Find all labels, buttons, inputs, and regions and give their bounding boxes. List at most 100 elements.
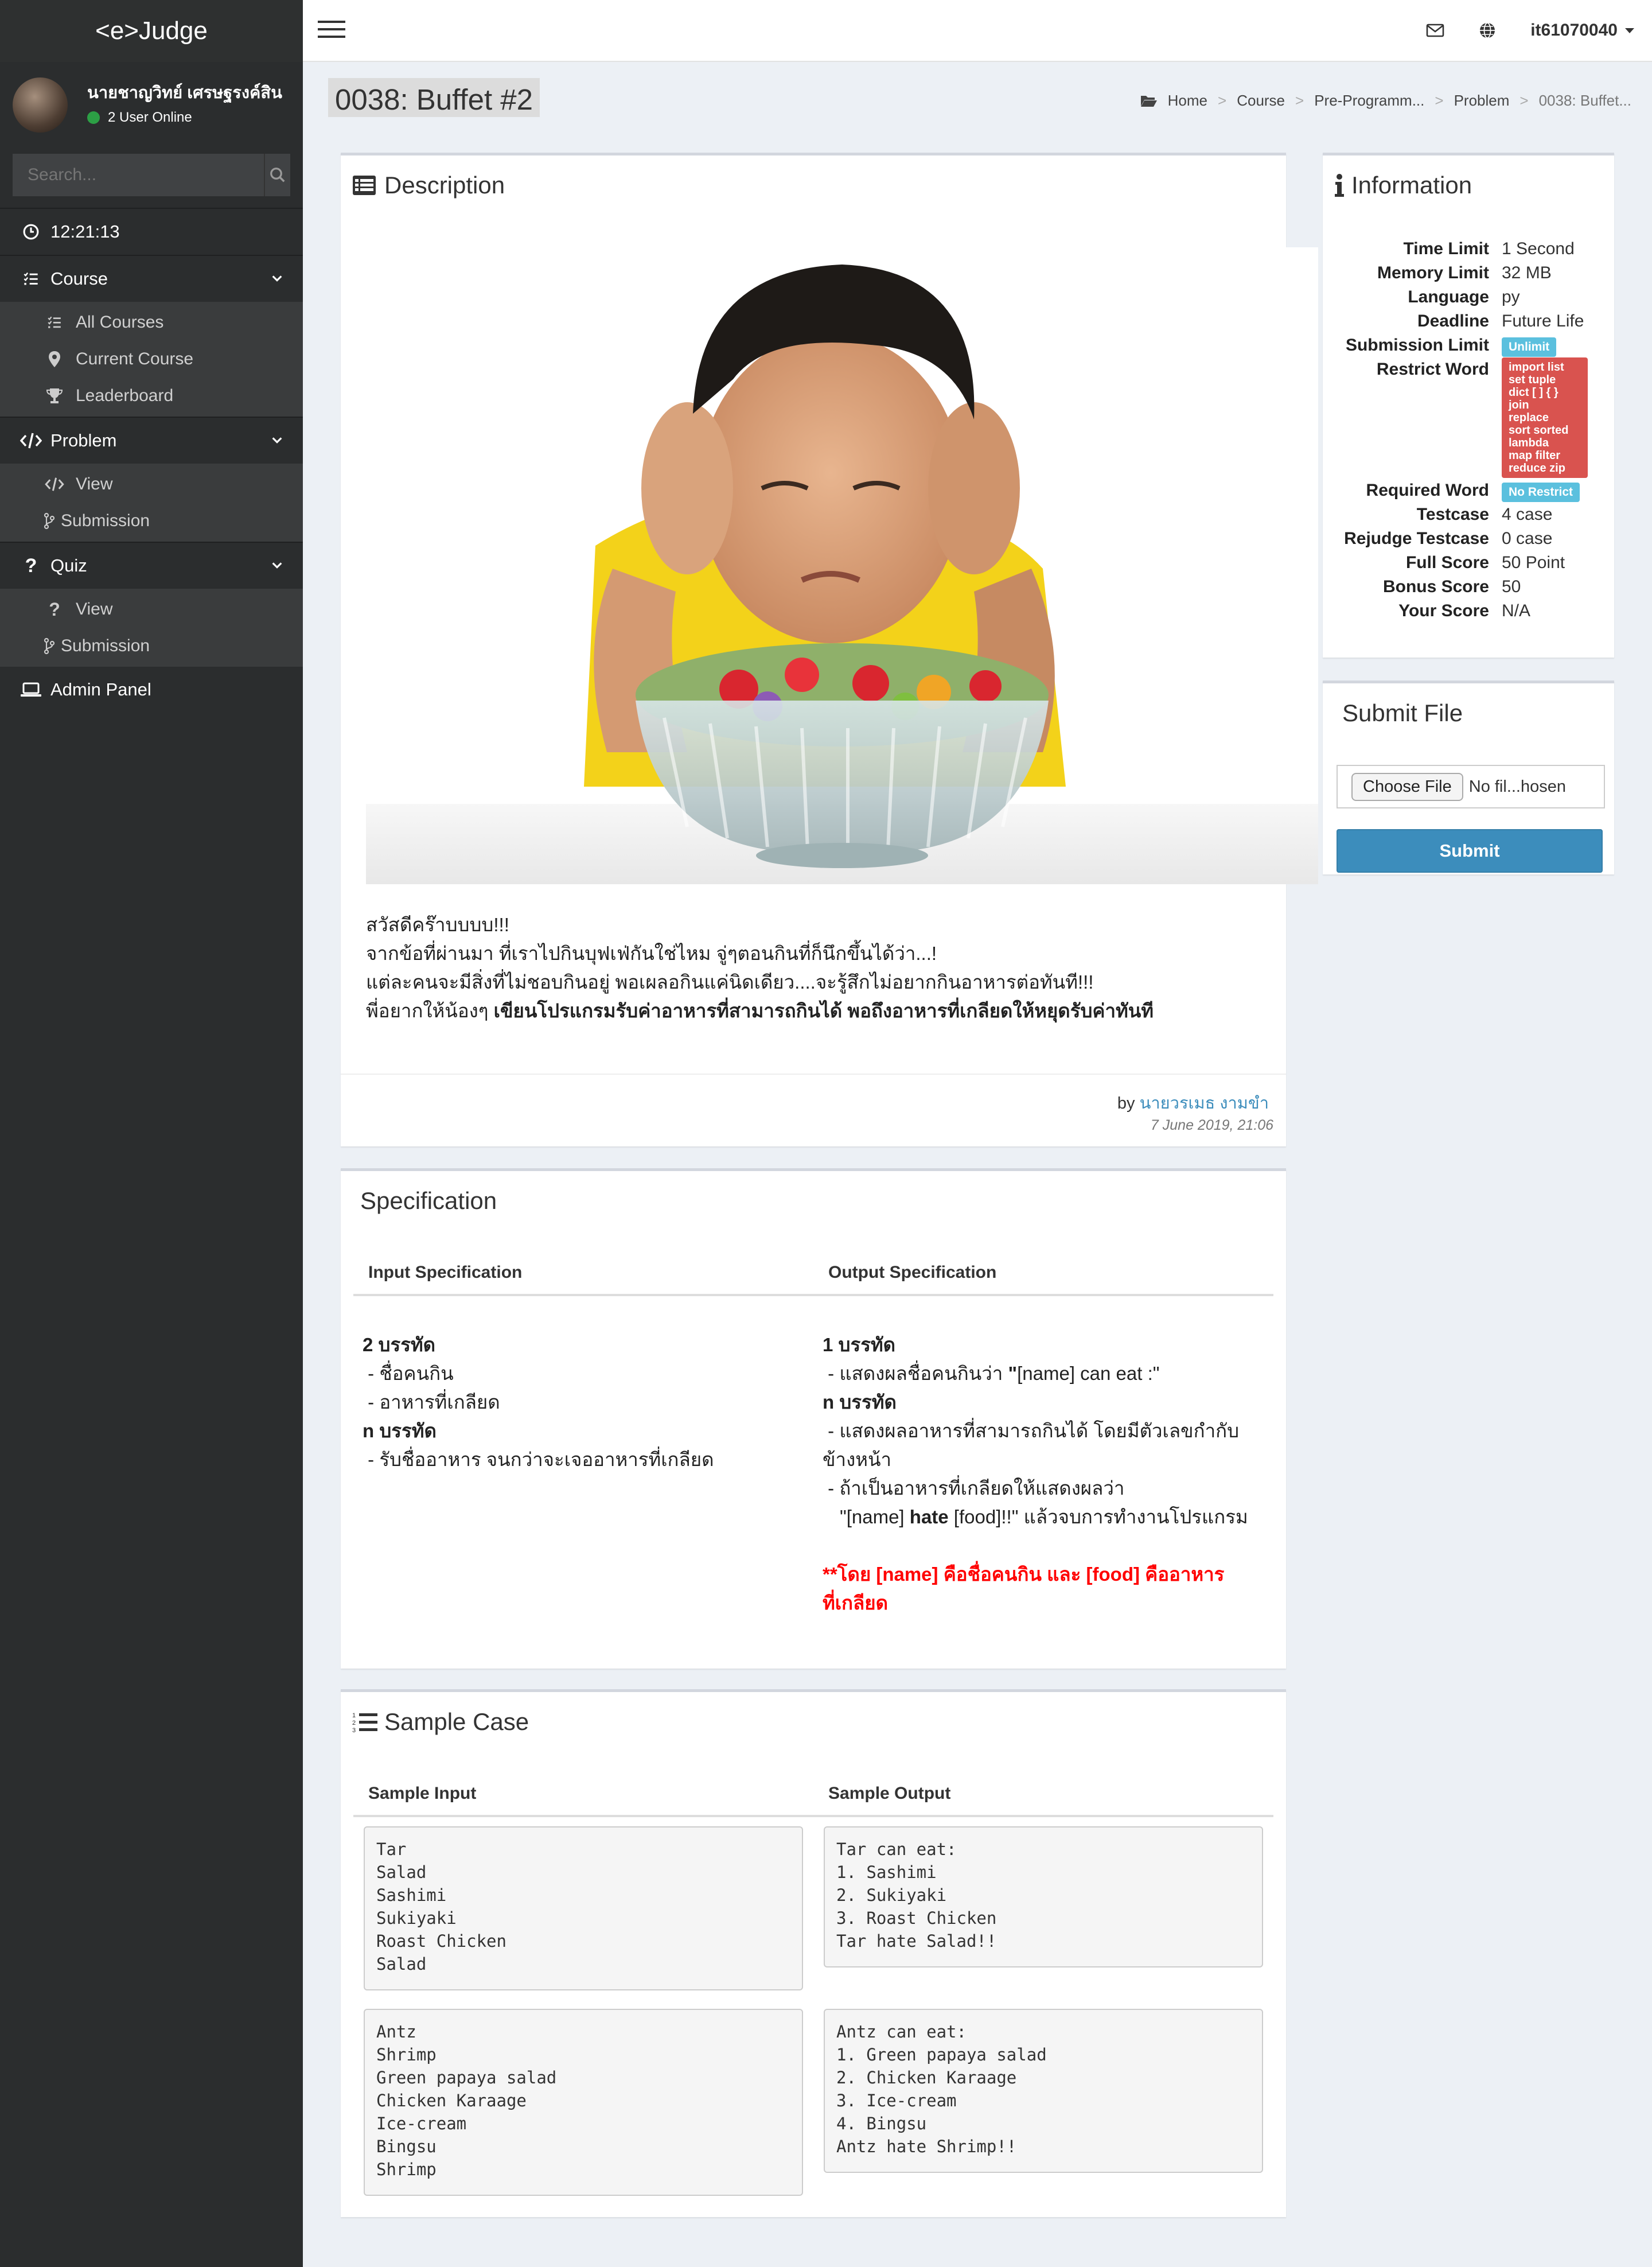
description-line-prefix: พี่อยากให้น้องๆ [366,1000,494,1021]
quiz-label: Quiz [50,555,87,576]
spec-line: ข้างหน้า [823,1449,892,1470]
problem-submenu: View Submission [0,464,303,542]
folder-open-icon [1140,95,1157,107]
file-input[interactable]: Choose File No fil...hosen [1337,765,1605,808]
search-input[interactable] [13,154,264,196]
list-ol-icon: 123 [352,1712,377,1733]
code-icon [45,477,64,491]
svg-text:2: 2 [352,1720,356,1727]
information-title: Information [1351,172,1472,199]
rejudge-value: 0 case [1502,529,1553,548]
user-menu[interactable]: it61070040 [1530,21,1635,40]
description-header: Description [352,172,505,199]
description-text: สวัสดีคร๊าบบบบ!!! จากข้อที่ผ่านมา ที่เรา… [366,911,1272,1025]
code-branch-icon [44,637,55,655]
avatar [13,77,68,133]
sidebar-toggle-button[interactable] [318,20,345,42]
sidebar-clock: 12:21:13 [0,209,303,255]
chevron-down-icon [272,275,282,282]
course-submenu: All Courses Current Course Leaderboard [0,302,303,417]
online-count: 2 User Online [108,110,192,125]
map-marker-icon [49,351,60,367]
submit-file-box: Submit File Choose File No fil...hosen S… [1323,681,1614,874]
description-line: สวัสดีคร๊าบบบบ!!! [366,914,509,935]
spec-note: ที่เกลียด [823,1592,889,1613]
list-alt-icon [353,176,376,195]
question-icon: ? [49,598,60,620]
tasks-icon [48,316,61,328]
sidebar-item-quiz-view[interactable]: ? View [0,591,303,628]
laptop-icon [21,682,41,697]
restrict-word: reduce zip [1509,462,1565,475]
breadcrumb-course[interactable]: Course [1237,92,1285,110]
problem-label: Problem [50,430,117,450]
sidebar-item-quiz[interactable]: ? Quiz [0,543,303,589]
spec-line: - แสดงผลอาหารที่สามารถกินได้ โดยมีตัวเลข… [823,1420,1240,1441]
specification-box: Specification Input Specification Output… [341,1168,1286,1669]
sample-case-box: 123 Sample Case Sample Input Sample Outp… [341,1689,1286,2217]
info-key: Restrict Word [1376,360,1489,379]
spec-text: "[name] [840,1506,910,1527]
course-label: Course [50,269,108,289]
information-box: Information Time Limit 1 Second Memory Li… [1323,153,1614,658]
description-line: จากข้อที่ผ่านมา ที่เราไปกินบุฟเฟ่กันใช่ไ… [366,943,937,964]
clock-icon [23,224,39,240]
sidebar-item-current-course[interactable]: Current Course [0,341,303,378]
quiz-view-label: View [76,600,113,619]
online-status: 2 User Online [87,110,294,126]
breadcrumb-home[interactable]: Home [1168,92,1207,110]
author-link[interactable]: นายวรเมธ งามขำ [1140,1094,1269,1113]
bonus-score-value: 50 [1502,577,1521,596]
sample-input-2[interactable]: Antz Shrimp Green papaya salad Chicken K… [364,2009,803,2196]
restrict-word: dict [ ] { } [1509,386,1559,399]
page-title: 0038: Buffet #2 [328,78,540,117]
info-key: Rejudge Testcase [1344,529,1489,548]
sidebar-item-problem[interactable]: Problem [0,418,303,464]
required-word-badge: No Restrict [1502,483,1580,502]
sidebar: <e>Judge นายชาญวิทย์ เศรษฐรงค์สิน 2 User… [0,0,303,2267]
specification-title: Specification [360,1187,497,1214]
submit-button[interactable]: Submit [1337,829,1603,873]
messages-button[interactable] [1426,23,1444,38]
sample-output-2[interactable]: Antz can eat: 1. Green papaya salad 2. C… [824,2009,1263,2173]
info-key: Language [1408,287,1489,306]
sidebar-item-quiz-submission[interactable]: Submission [0,628,303,664]
info-key: Testcase [1416,505,1489,524]
info-key: Submission Limit [1345,336,1489,355]
sample-output-1[interactable]: Tar can eat: 1. Sashimi 2. Sukiyaki 3. R… [824,1826,1263,1967]
info-key: Time Limit [1403,239,1489,258]
leaderboard-label: Leaderboard [76,386,174,405]
hamburger-icon [318,20,345,38]
sidebar-item-problem-submission[interactable]: Submission [0,503,303,539]
user-panel: นายชาญวิทย์ เศรษฐรงค์สิน 2 User Online [0,62,303,148]
info-key: Deadline [1417,312,1489,330]
problem-submission-label: Submission [61,511,150,530]
quiz-submission-label: Submission [61,636,150,655]
code-branch-icon [44,512,55,530]
spec-line: n บรรทัด [823,1391,897,1413]
sidebar-item-problem-view[interactable]: View [0,466,303,503]
sample-input-header: Sample Input [368,1784,477,1803]
problem-view-label: View [76,475,113,493]
sidebar-item-course[interactable]: Course [0,256,303,302]
language-button[interactable] [1479,22,1496,39]
sample-input-1[interactable]: Tar Salad Sashimi Sukiyaki Roast Chicken… [364,1826,803,1990]
breadcrumb-pre-programming[interactable]: Pre-Programm... [1314,92,1424,110]
description-line: พี่อยากให้น้องๆ เขียนโปรแกรมรับค่าอาหารท… [366,997,1272,1025]
choose-file-button[interactable]: Choose File [1351,772,1463,801]
spec-line: n บรรทัด [363,1420,437,1441]
sample-case-header: 123 Sample Case [352,1708,529,1736]
info-key: Required Word [1366,481,1489,500]
sample-case-title: Sample Case [384,1708,529,1735]
breadcrumb-problem[interactable]: Problem [1454,92,1510,110]
spec-note: **โดย [name] คือชื่อคนกิน และ [food] คือ… [823,1564,1225,1585]
sidebar-item-leaderboard[interactable]: Leaderboard [0,378,303,414]
search-button[interactable] [264,154,290,196]
sidebar-item-admin-panel[interactable]: Admin Panel [0,667,303,713]
app-logo[interactable]: <e>Judge [0,0,303,62]
sidebar-item-all-courses[interactable]: All Courses [0,304,303,341]
info-key: Bonus Score [1382,577,1489,596]
description-box: Description สวัสดีคร๊าบบบบ!!! จากข้อที่ผ… [341,153,1318,1146]
account-name: it61070040 [1530,21,1618,40]
restrict-word: import list [1509,361,1564,374]
